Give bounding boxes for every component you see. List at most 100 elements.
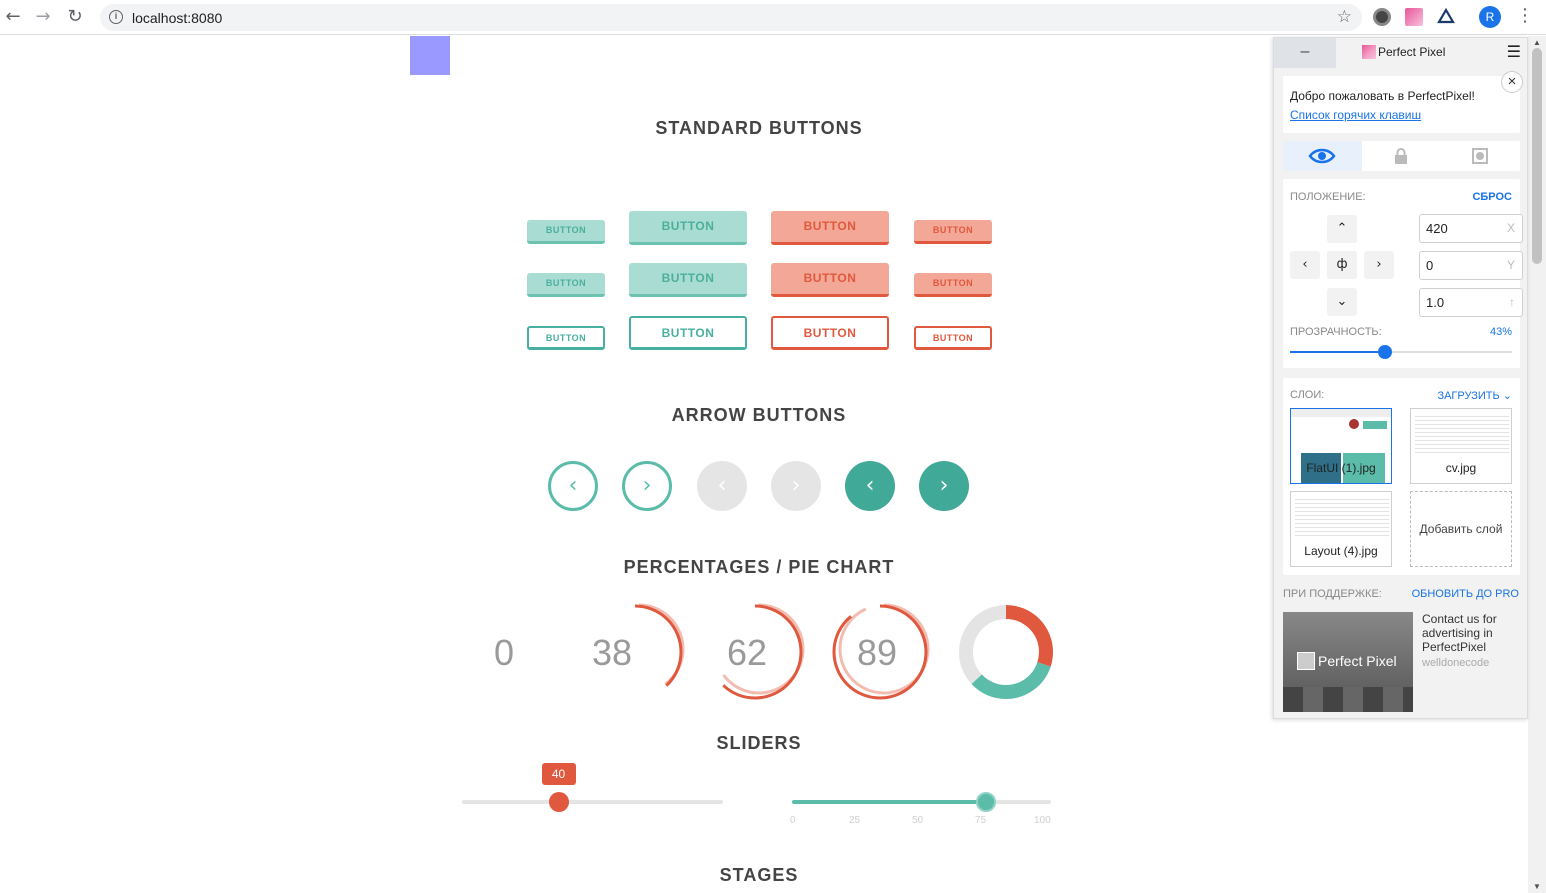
minimize-button[interactable]: – <box>1274 38 1336 68</box>
welcome-card: Добро пожаловать в PerfectPixel! Список … <box>1283 76 1520 133</box>
opacity-slider-handle[interactable] <box>1378 345 1393 359</box>
arrow-right-disabled-button[interactable]: › <box>771 461 821 511</box>
x-value: 420 <box>1426 221 1448 236</box>
button-red-outline-small[interactable]: BUTTON <box>914 326 992 350</box>
page-scrollbar[interactable]: ▲ ▼ <box>1528 36 1546 893</box>
ad-pattern <box>1283 687 1413 712</box>
layer-name-2: cv.jpg <box>1445 461 1477 475</box>
panel-title: Perfect Pixel <box>1378 45 1446 59</box>
opacity-value: 43% <box>1489 326 1512 338</box>
tab-lock[interactable] <box>1362 141 1441 171</box>
button-red-large-2[interactable]: BUTTON <box>771 263 889 297</box>
reset-link[interactable]: СБРОС <box>1472 191 1512 203</box>
thumb-text-lines <box>1415 413 1509 453</box>
button-red-outline-large[interactable]: BUTTON <box>771 316 889 350</box>
back-icon[interactable]: ← <box>2 6 24 28</box>
y-position-input[interactable]: 0 Y <box>1419 251 1523 280</box>
move-up-button[interactable]: ⌃ <box>1327 215 1357 243</box>
chevron-down-icon: ⌄ <box>1502 389 1512 402</box>
scroll-down-arrow-icon[interactable]: ▼ <box>1533 882 1541 891</box>
button-teal-small-1[interactable]: BUTTON <box>527 220 605 244</box>
layers-label: СЛОИ: <box>1290 389 1325 401</box>
lock-icon <box>1395 148 1407 164</box>
ad-banner[interactable]: Perfect Pixel <box>1283 612 1413 712</box>
upgrade-pro-link[interactable]: ОБНОВИТЬ ДО PRO <box>1412 588 1519 600</box>
ad-logo-icon <box>1297 652 1315 670</box>
move-left-button[interactable]: ‹ <box>1290 251 1320 279</box>
x-suffix: X <box>1506 221 1515 235</box>
slider-red-tooltip: 40 <box>541 763 576 785</box>
layer-name-1: FlatUI (1).jpg <box>1306 461 1376 475</box>
opacity-slider-fill <box>1290 351 1386 353</box>
extension-icon-1[interactable] <box>1373 8 1391 26</box>
slider-tick-0: 0 <box>790 815 796 826</box>
thumb-header <box>1291 409 1391 417</box>
opacity-label: ПРОЗРАЧНОСТЬ: <box>1290 326 1382 338</box>
slider-red-handle[interactable] <box>548 792 569 812</box>
arrow-left-outline-button[interactable]: ‹ <box>548 461 598 511</box>
percentage-value-38: 38 <box>592 632 633 673</box>
slider-tick-100: 100 <box>1034 815 1051 826</box>
add-layer-button[interactable]: Добавить слой <box>1410 491 1512 567</box>
layer-thumbnail-2[interactable]: cv.jpg <box>1410 408 1512 484</box>
scale-input[interactable]: 1.0 ↑ <box>1419 288 1523 317</box>
sliders-title: SLIDERS <box>716 733 802 753</box>
profile-avatar[interactable]: R <box>1479 6 1501 28</box>
extension-icon-3[interactable] <box>1437 7 1455 26</box>
slider-teal-handle[interactable] <box>976 792 997 812</box>
percentage-value-0: 0 <box>494 632 515 673</box>
button-red-large-1[interactable]: BUTTON <box>771 211 889 245</box>
eye-icon <box>1308 148 1336 164</box>
url-text[interactable]: localhost:8080 <box>132 10 222 26</box>
tab-invert[interactable] <box>1441 141 1520 171</box>
reload-icon[interactable]: ↻ <box>64 6 86 28</box>
perfect-pixel-extension-icon[interactable] <box>1405 8 1423 26</box>
layer-name-3: Layout (4).jpg <box>1304 544 1378 558</box>
slider-tick-50: 50 <box>912 815 924 826</box>
upload-link[interactable]: ЗАГРУЗИТЬ ⌄ <box>1437 389 1512 402</box>
close-icon[interactable]: × <box>1501 71 1523 93</box>
button-teal-large-1[interactable]: BUTTON <box>629 211 747 245</box>
browser-menu-icon[interactable]: ⋮ <box>1516 5 1534 26</box>
mode-tabs <box>1283 141 1520 171</box>
layer-thumbnail-1[interactable]: FlatUI (1).jpg <box>1290 408 1392 484</box>
button-teal-outline-small[interactable]: BUTTON <box>527 326 605 350</box>
bookmark-star-icon[interactable]: ☆ <box>1337 7 1352 27</box>
button-red-small-1[interactable]: BUTTON <box>914 220 992 244</box>
arrow-right-filled-button[interactable]: › <box>919 461 969 511</box>
percentage-value-62: 62 <box>727 632 768 673</box>
slider-teal-fill <box>792 800 987 804</box>
arrow-left-disabled-button[interactable]: ‹ <box>697 461 747 511</box>
scrollbar-thumb[interactable] <box>1532 48 1542 264</box>
forward-icon[interactable]: → <box>32 6 54 28</box>
slider-tick-75: 75 <box>975 815 987 826</box>
move-down-button[interactable]: ⌄ <box>1327 288 1357 316</box>
thumb-block <box>1363 421 1387 429</box>
hamburger-menu-icon[interactable]: ☰ <box>1507 42 1521 61</box>
arrow-left-filled-button[interactable]: ‹ <box>845 461 895 511</box>
site-info-icon[interactable]: i <box>109 10 123 24</box>
tab-visible[interactable] <box>1283 141 1362 171</box>
button-teal-outline-large[interactable]: BUTTON <box>629 316 747 350</box>
invert-icon <box>1472 148 1488 164</box>
ad-brand: Perfect Pixel <box>1318 653 1397 669</box>
slider-red-track[interactable] <box>462 800 723 804</box>
scroll-up-arrow-icon[interactable]: ▲ <box>1533 38 1541 47</box>
layer-thumbnail-3[interactable]: Layout (4).jpg <box>1290 491 1392 567</box>
move-right-button[interactable]: › <box>1364 251 1394 279</box>
button-teal-small-2[interactable]: BUTTON <box>527 273 605 297</box>
ad-text: Contact us for advertising in PerfectPix… <box>1422 612 1497 654</box>
scale-suffix: ↑ <box>1509 295 1515 309</box>
button-teal-large-2[interactable]: BUTTON <box>629 263 747 297</box>
arrow-right-outline-button[interactable]: › <box>622 461 672 511</box>
center-button[interactable]: ф <box>1327 251 1357 279</box>
button-red-small-2[interactable]: BUTTON <box>914 273 992 297</box>
perfect-pixel-logo-icon <box>1362 45 1376 59</box>
address-bar[interactable]: i localhost:8080 ☆ <box>100 4 1362 31</box>
support-label: ПРИ ПОДДЕРЖКЕ: <box>1283 588 1382 600</box>
stages-title: STAGES <box>719 865 799 885</box>
hotkeys-link[interactable]: Список горячих клавиш <box>1290 108 1421 122</box>
y-value: 0 <box>1426 258 1434 273</box>
upload-link-text: ЗАГРУЗИТЬ <box>1437 390 1500 402</box>
x-position-input[interactable]: 420 X <box>1419 214 1523 243</box>
